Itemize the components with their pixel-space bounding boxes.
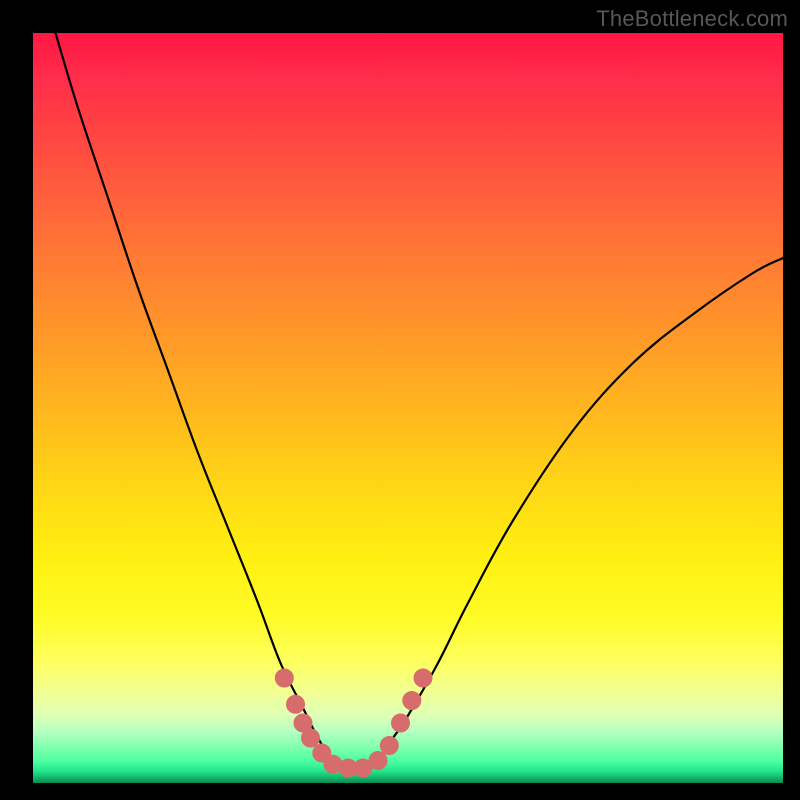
- bottleneck-curve: [56, 33, 784, 769]
- highlight-dot: [403, 692, 421, 710]
- highlight-dot: [380, 737, 398, 755]
- highlight-dot: [369, 752, 387, 770]
- highlight-dot: [392, 714, 410, 732]
- marker-group: [275, 669, 432, 777]
- highlight-dot: [302, 729, 320, 747]
- highlight-dot: [414, 669, 432, 687]
- highlight-dot: [287, 695, 305, 713]
- plot-area: [33, 33, 783, 783]
- highlight-dot: [275, 669, 293, 687]
- chart-svg: [33, 33, 783, 783]
- watermark-text: TheBottleneck.com: [596, 6, 788, 32]
- chart-frame: TheBottleneck.com: [0, 0, 800, 800]
